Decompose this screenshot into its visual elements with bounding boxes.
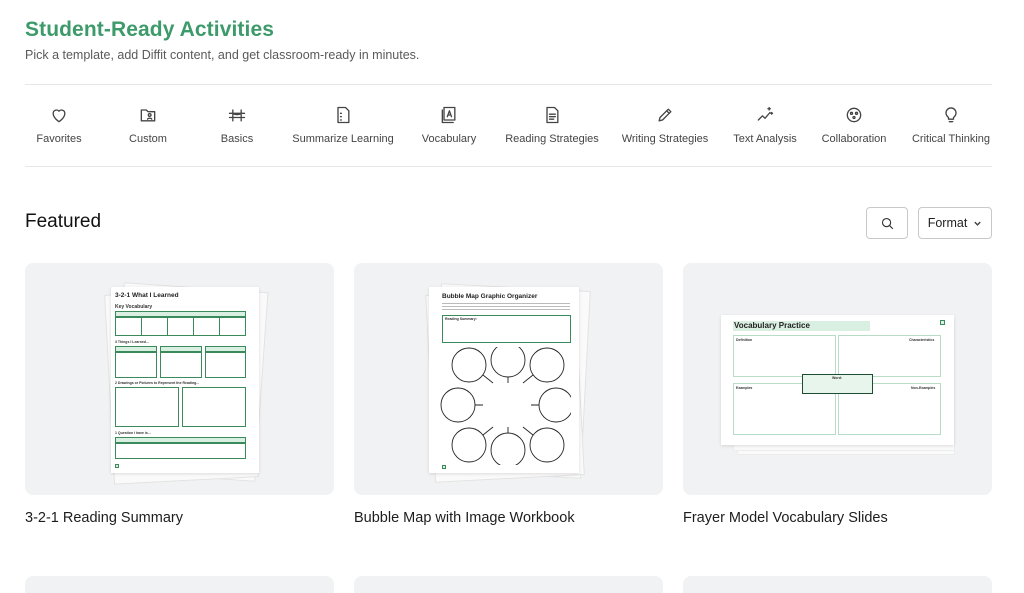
category-critical-thinking[interactable]: Critical Thinking — [891, 96, 1011, 145]
category-label: Text Analysis — [733, 133, 797, 145]
search-button[interactable] — [866, 207, 908, 239]
category-label: Critical Thinking — [911, 133, 991, 145]
worksheet-section: 3 Things I Learned... — [115, 340, 149, 344]
category-basics[interactable]: Basics — [177, 96, 297, 145]
category-vocabulary[interactable]: Vocabulary — [389, 96, 509, 145]
card-title: Frayer Model Vocabulary Slides — [683, 510, 888, 526]
worksheet-preview: 3-2-1 What I Learned Key Vocabulary 3 Th… — [111, 287, 259, 473]
group-circle-icon — [844, 104, 864, 126]
document-lines-icon — [542, 104, 562, 126]
things-box — [160, 352, 202, 378]
category-summarize-learning[interactable]: Summarize Learning — [283, 96, 403, 145]
card-thumbnail: 3-2-1 What I Learned Key Vocabulary 3 Th… — [25, 263, 334, 495]
category-bar: Favorites Custom Basics Summarize Learni… — [25, 96, 992, 156]
category-label: Vocabulary — [421, 133, 477, 145]
activity-card[interactable]: Bubble Map Graphic Organizer Reading Sum… — [354, 263, 663, 526]
worksheet-heading: Bubble Map Graphic Organizer — [442, 293, 538, 300]
page-subtitle: Pick a template, add Diffit content, and… — [25, 48, 420, 62]
chevron-down-icon — [974, 221, 982, 226]
top-divider — [25, 84, 992, 85]
activity-card-peek[interactable] — [25, 576, 334, 593]
featured-heading: Featured — [25, 211, 102, 232]
category-reading-strategies[interactable]: Reading Strategies — [492, 96, 612, 145]
category-label: Writing Strategies — [621, 133, 709, 145]
worksheet-section: Key Vocabulary — [115, 304, 153, 310]
card-title: Bubble Map with Image Workbook — [354, 510, 575, 526]
document-summary-icon — [333, 104, 353, 126]
search-icon — [881, 217, 893, 229]
vocab-grid — [115, 317, 246, 336]
activity-card-peek[interactable] — [354, 576, 663, 593]
format-label: Format — [927, 216, 968, 230]
drawing-box — [182, 387, 246, 427]
diffit-logo — [115, 464, 119, 468]
things-box — [205, 352, 246, 378]
worksheet-preview: Bubble Map Graphic Organizer Reading Sum… — [429, 287, 579, 473]
summary-box-label: Reading Summary: — [445, 317, 477, 321]
center-word-label: Word: — [832, 376, 843, 380]
worksheet-section: 1 Question I have is... — [115, 431, 151, 435]
category-label: Summarize Learning — [292, 133, 394, 145]
activity-card[interactable]: Vocabulary Practice Definition Character… — [683, 263, 992, 526]
worksheet-section: 2 Drawings or Pictures to Represent the … — [115, 381, 200, 385]
slide-logo — [940, 320, 945, 325]
quadrant-label: Examples — [736, 386, 753, 390]
slide-heading: Vocabulary Practice — [734, 321, 810, 330]
bridge-icon — [227, 104, 247, 126]
question-box — [115, 443, 246, 459]
worksheet-heading: 3-2-1 What I Learned — [115, 292, 179, 299]
category-label: Custom — [129, 133, 167, 145]
chart-sparkle-icon — [755, 104, 775, 126]
things-box — [115, 352, 157, 378]
instruction-lines — [442, 303, 570, 312]
drawing-box — [115, 387, 179, 427]
diffit-logo — [442, 465, 446, 469]
card-thumbnail: Vocabulary Practice Definition Character… — [683, 263, 992, 495]
category-label: Favorites — [36, 133, 82, 145]
category-label: Reading Strategies — [505, 133, 599, 145]
format-dropdown[interactable]: Format — [918, 207, 992, 239]
vocabulary-book-icon — [439, 104, 459, 126]
heart-icon — [49, 104, 69, 126]
card-thumbnail: Bubble Map Graphic Organizer Reading Sum… — [354, 263, 663, 495]
activity-card[interactable]: 3-2-1 What I Learned Key Vocabulary 3 Th… — [25, 263, 334, 526]
lightbulb-icon — [941, 104, 961, 126]
category-label: Collaboration — [821, 133, 887, 145]
quadrant-label: Characteristics — [909, 338, 935, 342]
page-title: Student-Ready Activities — [25, 18, 275, 41]
quadrant-label: Non-Examples — [911, 386, 936, 390]
slide-preview: Vocabulary Practice Definition Character… — [721, 315, 954, 445]
pencil-icon — [655, 104, 675, 126]
card-title: 3-2-1 Reading Summary — [25, 510, 183, 526]
category-label: Basics — [220, 133, 254, 145]
bubble-map-diagram — [440, 347, 571, 465]
activity-card-peek[interactable] — [683, 576, 992, 593]
folder-user-icon — [138, 104, 158, 126]
quadrant-label: Definition — [736, 338, 753, 342]
category-divider — [25, 166, 992, 167]
